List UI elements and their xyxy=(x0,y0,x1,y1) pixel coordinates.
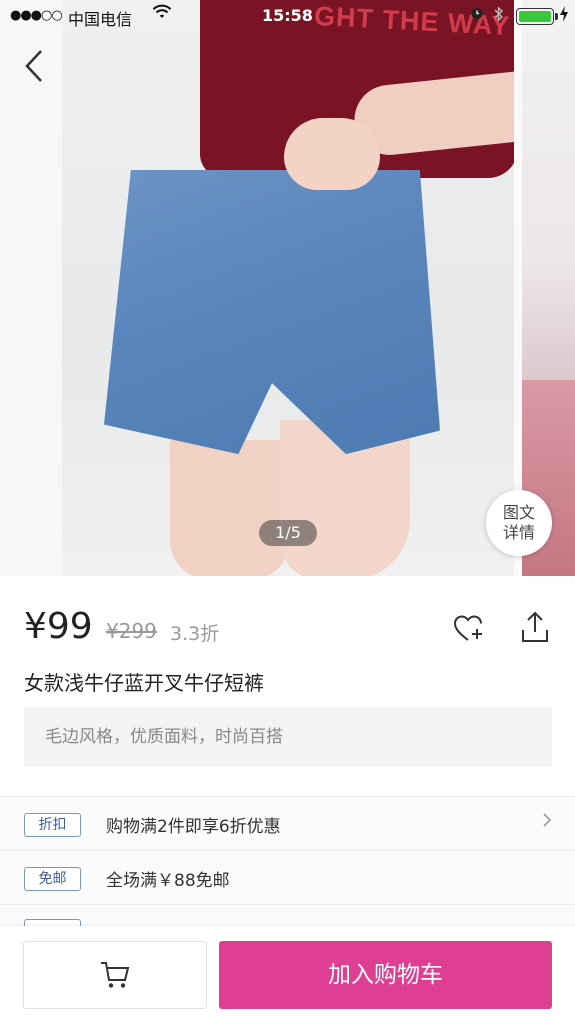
share-button[interactable] xyxy=(520,610,550,644)
back-icon xyxy=(25,50,42,82)
share-icon xyxy=(522,611,548,642)
signal-strength: ●●●○○ xyxy=(10,8,63,23)
discount-rate: 3.3折 xyxy=(170,623,220,645)
promo-text: 全场满￥88免邮 xyxy=(106,871,230,891)
product-detail-screen: GHT THE WAY 1/5 图文 详情 ●●●○○ 中国电信 15:58 ¥… xyxy=(0,0,575,1024)
back-button[interactable] xyxy=(14,46,54,86)
wifi-icon xyxy=(152,4,172,25)
promo-tag: 免邮 xyxy=(24,867,81,891)
charging-icon xyxy=(559,6,569,26)
status-time: 15:58 xyxy=(262,6,313,25)
cart-icon xyxy=(101,962,130,988)
carousel-prev-edge xyxy=(0,0,62,576)
product-photo[interactable]: GHT THE WAY xyxy=(62,0,514,576)
next-product-photo[interactable] xyxy=(522,0,575,576)
carousel-pager: 1/5 xyxy=(259,520,317,546)
promo-text: 购物满2件即享6折优惠 xyxy=(106,817,281,837)
alarm-icon xyxy=(470,6,484,24)
photo-hand xyxy=(284,118,380,190)
promo-row-discount[interactable]: 折扣 购物满2件即享6折优惠 xyxy=(0,797,575,851)
price-row: ¥99 ¥299 3.3折 xyxy=(24,606,551,656)
promo-tag: 折扣 xyxy=(24,813,81,837)
detail-badge-button[interactable]: 图文 详情 xyxy=(486,490,552,556)
product-title: 女款浅牛仔蓝开叉牛仔短裤 xyxy=(24,671,264,695)
favorite-button[interactable] xyxy=(452,612,486,646)
cart-button[interactable] xyxy=(23,941,207,1009)
photo-denim-shorts xyxy=(104,170,440,455)
original-price: ¥299 xyxy=(106,619,157,643)
favorite-add-icon xyxy=(453,615,482,641)
detail-badge-line2: 详情 xyxy=(502,523,535,542)
product-description: 毛边风格，优质面料，时尚百搭 xyxy=(24,707,552,767)
chevron-right-icon xyxy=(542,812,552,833)
product-image-carousel[interactable]: GHT THE WAY 1/5 图文 详情 xyxy=(0,0,575,576)
promotions-list: 折扣 购物满2件即享6折优惠 免邮 全场满￥88免邮 xyxy=(0,796,575,959)
bottom-action-bar: 加入购物车 xyxy=(0,926,575,1024)
add-to-cart-button[interactable]: 加入购物车 xyxy=(219,941,552,1009)
current-price: ¥99 xyxy=(24,606,93,647)
status-bar: ●●●○○ 中国电信 15:58 xyxy=(0,0,575,32)
carrier-name: 中国电信 xyxy=(68,10,133,29)
photo-leg-left xyxy=(170,440,290,576)
bluetooth-icon xyxy=(494,6,504,26)
battery-cap xyxy=(555,13,558,20)
promo-row-free-shipping[interactable]: 免邮 全场满￥88免邮 xyxy=(0,851,575,905)
detail-badge-line1: 图文 xyxy=(502,503,535,522)
battery-icon xyxy=(516,8,554,25)
